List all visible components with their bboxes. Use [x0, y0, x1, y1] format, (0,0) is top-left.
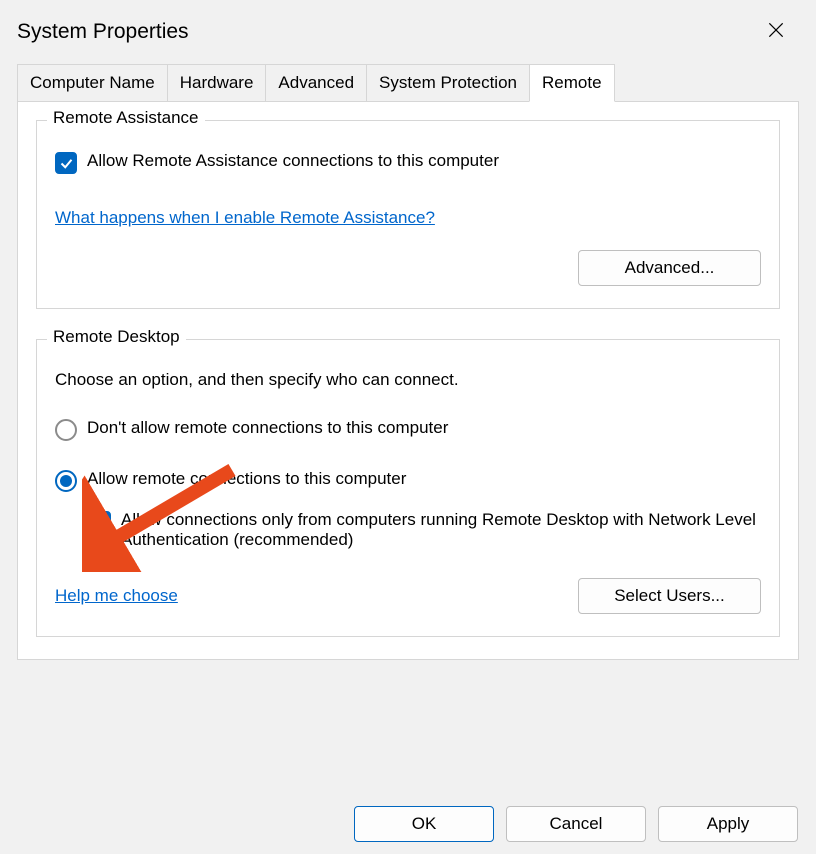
ok-button[interactable]: OK	[354, 806, 494, 842]
allow-remote-assistance-label: Allow Remote Assistance connections to t…	[87, 151, 499, 171]
nla-checkbox-label: Allow connections only from computers ru…	[121, 510, 761, 550]
check-icon	[93, 515, 108, 530]
group-title-remote-desktop: Remote Desktop	[47, 327, 186, 347]
close-button[interactable]	[758, 18, 794, 46]
radio-dont-allow-label: Don't allow remote connections to this c…	[87, 418, 448, 438]
allow-remote-assistance-row[interactable]: Allow Remote Assistance connections to t…	[55, 151, 761, 174]
remote-desktop-radio-group: Don't allow remote connections to this c…	[55, 418, 761, 492]
check-icon	[59, 156, 74, 171]
window-title: System Properties	[17, 20, 189, 44]
nla-checkbox[interactable]	[89, 511, 111, 533]
tab-panel-remote: Remote Assistance Allow Remote Assistanc…	[17, 102, 799, 660]
remote-assistance-help-link[interactable]: What happens when I enable Remote Assist…	[55, 208, 435, 228]
tab-system-protection[interactable]: System Protection	[366, 64, 530, 101]
tab-remote[interactable]: Remote	[529, 64, 615, 102]
tab-computer-name[interactable]: Computer Name	[17, 64, 168, 101]
group-remote-desktop: Remote Desktop Choose an option, and the…	[36, 339, 780, 637]
advanced-button[interactable]: Advanced...	[578, 250, 761, 286]
close-icon	[766, 20, 786, 40]
remote-desktop-description: Choose an option, and then specify who c…	[55, 370, 761, 390]
radio-allow-row[interactable]: Allow remote connections to this compute…	[55, 469, 761, 492]
tab-strip: Computer Name Hardware Advanced System P…	[17, 64, 799, 102]
group-title-remote-assistance: Remote Assistance	[47, 108, 205, 128]
cancel-button[interactable]: Cancel	[506, 806, 646, 842]
apply-button[interactable]: Apply	[658, 806, 798, 842]
radio-dont-allow-row[interactable]: Don't allow remote connections to this c…	[55, 418, 761, 441]
tab-advanced[interactable]: Advanced	[265, 64, 367, 101]
nla-checkbox-row[interactable]: Allow connections only from computers ru…	[89, 510, 761, 550]
dialog-footer: OK Cancel Apply	[354, 806, 798, 842]
select-users-button[interactable]: Select Users...	[578, 578, 761, 614]
tab-hardware[interactable]: Hardware	[167, 64, 267, 101]
allow-remote-assistance-checkbox[interactable]	[55, 152, 77, 174]
radio-allow-label: Allow remote connections to this compute…	[87, 469, 406, 489]
title-bar: System Properties	[0, 0, 816, 64]
radio-allow[interactable]	[55, 470, 77, 492]
help-me-choose-link[interactable]: Help me choose	[55, 586, 178, 606]
radio-dont-allow[interactable]	[55, 419, 77, 441]
group-remote-assistance: Remote Assistance Allow Remote Assistanc…	[36, 120, 780, 309]
